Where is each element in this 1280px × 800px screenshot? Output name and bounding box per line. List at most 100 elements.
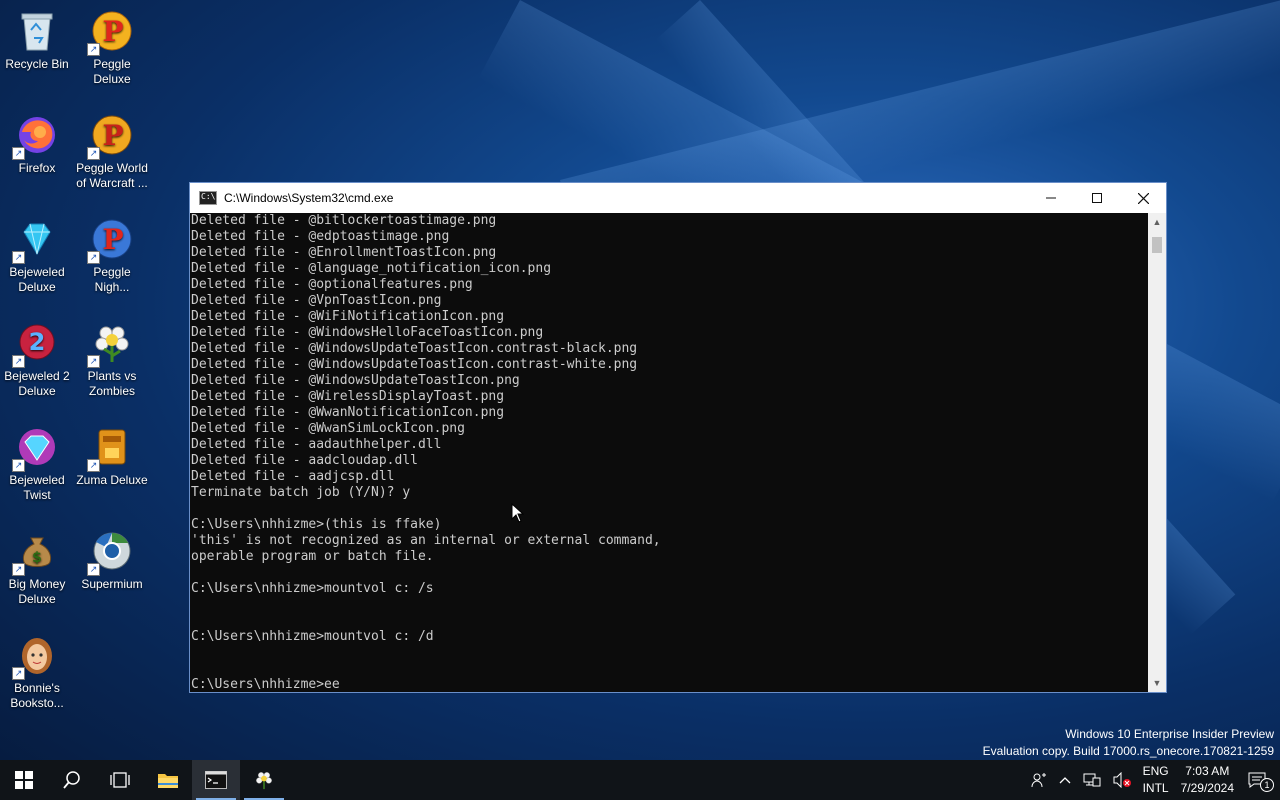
- taskbar-cmd[interactable]: [192, 760, 240, 800]
- desktop-icon-plants-vs-zombies[interactable]: ↗ Plants vs Zombies: [75, 316, 149, 399]
- windows-logo-icon: [15, 771, 33, 789]
- shortcut-arrow-icon: ↗: [87, 563, 100, 576]
- chevron-up-icon: [1059, 777, 1071, 784]
- desktop-icon-peggle-nights[interactable]: P ↗ Peggle Nigh...: [75, 212, 149, 295]
- scroll-up-arrow-icon[interactable]: ▲: [1148, 213, 1166, 231]
- search-icon: [63, 771, 80, 789]
- maximize-button[interactable]: [1074, 183, 1120, 213]
- desktop-icon-bonnies-bookstore[interactable]: ↗ Bonnie's Booksto...: [0, 628, 74, 711]
- bonnie-face-icon: ↗: [12, 632, 60, 680]
- console-line: Deleted file - @bitlockertoastimage.png: [191, 213, 497, 228]
- console-line: Deleted file - aadcloudap.dll: [191, 453, 418, 468]
- shortcut-arrow-icon: ↗: [12, 251, 25, 264]
- desktop-icon-bejeweled-deluxe[interactable]: ↗ Bejeweled Deluxe: [0, 212, 74, 295]
- clock-button[interactable]: 7:03 AM 7/29/2024: [1175, 760, 1240, 800]
- console-line: Deleted file - @WindowsHelloFaceToastIco…: [191, 325, 544, 340]
- console-line: operable program or batch file.: [191, 549, 434, 564]
- desktop-icon-label: Supermium: [81, 577, 143, 591]
- taskbar-plants-vs-zombies[interactable]: [240, 760, 288, 800]
- watermark-build: Evaluation copy. Build 17000.rs_onecore.…: [982, 744, 1274, 758]
- volume-button[interactable]: [1107, 760, 1137, 800]
- firefox-icon: ↗: [12, 112, 60, 160]
- console-line: Deleted file - @WindowsUpdateToastIcon.c…: [191, 341, 638, 356]
- console-line: Deleted file - @WiFiNotificationIcon.png: [191, 309, 505, 324]
- desktop-icon-zuma-deluxe[interactable]: ↗ Zuma Deluxe: [75, 420, 149, 488]
- close-icon: [1137, 192, 1149, 204]
- start-button[interactable]: [0, 760, 48, 800]
- flower-icon: ↗: [87, 320, 135, 368]
- shortcut-arrow-icon: ↗: [12, 667, 25, 680]
- cmd-window[interactable]: C:\ C:\Windows\System32\cmd.exe Deleted …: [189, 182, 1167, 693]
- console-output[interactable]: Deleted file - @bitlockertoastimage.png D…: [190, 213, 1149, 692]
- console-line: Deleted file - @WwanSimLockIcon.png: [191, 421, 465, 436]
- scrollbar-thumb[interactable]: [1152, 237, 1162, 253]
- cmd-app-icon: C:\: [199, 191, 217, 205]
- folder-icon: [158, 774, 178, 788]
- language-code: ENG: [1142, 764, 1169, 778]
- people-button[interactable]: [1025, 760, 1053, 800]
- shortcut-arrow-icon: ↗: [12, 459, 25, 472]
- build-watermark: Windows 10 Enterprise Insider Preview Ev…: [983, 726, 1274, 760]
- bejeweled-twist-icon: ↗: [12, 424, 60, 472]
- console-line: Deleted file - aadauthhelper.dll: [191, 437, 442, 452]
- desktop-icon-label: Big Money Deluxe: [8, 577, 66, 606]
- console-line: Deleted file - @WwanNotificationIcon.png: [191, 405, 505, 420]
- shortcut-arrow-icon: ↗: [12, 147, 25, 160]
- shortcut-arrow-icon: ↗: [87, 147, 100, 160]
- shortcut-arrow-icon: ↗: [12, 563, 25, 576]
- desktop-icon-firefox[interactable]: ↗ Firefox: [0, 108, 74, 176]
- taskbar-file-explorer[interactable]: [144, 760, 192, 800]
- input-language-button[interactable]: ENG INTL: [1137, 760, 1175, 800]
- console-line: C:\Users\nhhizme>mountvol c: /s: [191, 581, 434, 596]
- desktop-icon-peggle-deluxe[interactable]: P ↗ Peggle Deluxe: [75, 4, 149, 87]
- console-line: Terminate batch job (Y/N)? y: [191, 485, 411, 500]
- desktop-icon-recycle-bin[interactable]: Recycle Bin: [0, 4, 74, 72]
- action-center-button[interactable]: 1: [1240, 760, 1280, 800]
- desktop-icon-label: Peggle Nigh...: [93, 265, 131, 294]
- console-line: Deleted file - @EnrollmentToastIcon.png: [191, 245, 497, 260]
- task-view-button[interactable]: [96, 760, 144, 800]
- desktop-icon-label: Plants vs Zombies: [87, 369, 137, 398]
- desktop-icon-supermium[interactable]: ↗ Supermium: [75, 524, 149, 592]
- shortcut-arrow-icon: ↗: [87, 43, 100, 56]
- window-controls: [1028, 183, 1166, 213]
- zuma-idol-icon: ↗: [87, 424, 135, 472]
- console-line: C:\Users\nhhizme>mountvol c: /d: [191, 629, 434, 644]
- desktop-icon-bejeweled-2[interactable]: 2 ↗ Bejeweled 2 Deluxe: [0, 316, 74, 399]
- mouse-cursor-icon: [511, 503, 525, 523]
- console-scrollbar[interactable]: ▲ ▼: [1148, 213, 1166, 692]
- desktop-icon-label: Bejeweled 2 Deluxe: [4, 369, 70, 398]
- scroll-down-arrow-icon[interactable]: ▼: [1148, 674, 1166, 692]
- network-button[interactable]: [1077, 760, 1107, 800]
- supermium-browser-icon: ↗: [87, 528, 135, 576]
- shortcut-arrow-icon: ↗: [87, 251, 100, 264]
- shortcut-arrow-icon: ↗: [87, 355, 100, 368]
- peggle-wow-icon: P ↗: [87, 112, 135, 160]
- clock-date: 7/29/2024: [1180, 781, 1234, 795]
- console-line: Deleted file - @WindowsUpdateToastIcon.c…: [191, 357, 638, 372]
- desktop-icon-big-money[interactable]: $ ↗ Big Money Deluxe: [0, 524, 74, 607]
- close-button[interactable]: [1120, 183, 1166, 213]
- notification-count-badge: 1: [1260, 778, 1274, 792]
- console-line: Deleted file - aadjcsp.dll: [191, 469, 395, 484]
- system-tray: ENG INTL 7:03 AM 7/29/2024 1: [1025, 760, 1280, 800]
- flower-icon: [256, 772, 272, 790]
- desktop: Recycle Bin ↗ Firefox ↗ Bejeweled Deluxe…: [0, 0, 1280, 760]
- desktop-icon-label: Recycle Bin: [5, 57, 69, 71]
- svg-text:2: 2: [29, 328, 46, 356]
- shortcut-arrow-icon: ↗: [87, 459, 100, 472]
- money-bag-icon: $ ↗: [12, 528, 60, 576]
- search-button[interactable]: [48, 760, 96, 800]
- desktop-icon-bejeweled-twist[interactable]: ↗ Bejeweled Twist: [0, 420, 74, 503]
- minimize-button[interactable]: [1028, 183, 1074, 213]
- cmd-titlebar[interactable]: C:\ C:\Windows\System32\cmd.exe: [190, 183, 1166, 213]
- desktop-icon-peggle-wow[interactable]: P ↗ Peggle World of Warcraft ...: [75, 108, 149, 191]
- svg-text:$: $: [32, 550, 42, 566]
- show-hidden-icons-button[interactable]: [1053, 760, 1077, 800]
- keyboard-layout: INTL: [1142, 781, 1169, 795]
- desktop-icon-label: Bejeweled Deluxe: [9, 265, 65, 294]
- shortcut-arrow-icon: ↗: [12, 355, 25, 368]
- console-line: Deleted file - @VpnToastIcon.png: [191, 293, 442, 308]
